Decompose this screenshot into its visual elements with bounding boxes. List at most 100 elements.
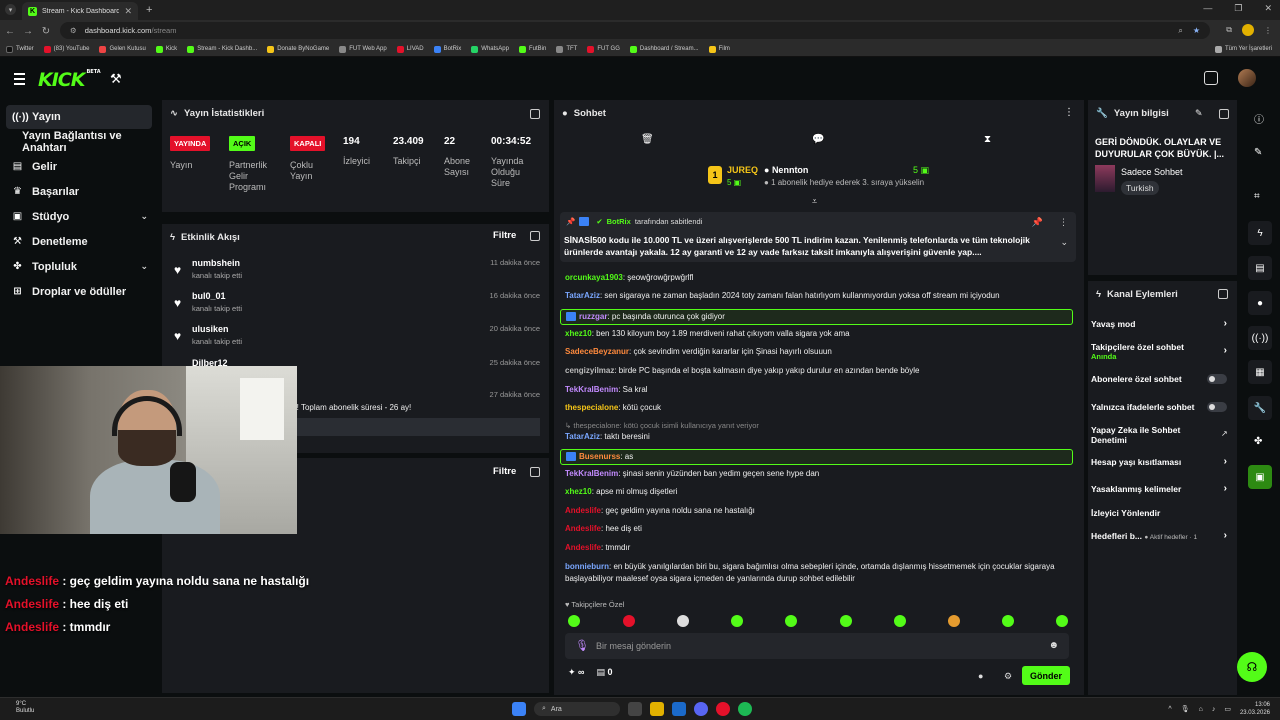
chat-username[interactable]: orcunkaya1903 [565, 273, 623, 282]
banned-words-action[interactable]: Yasaklanmış kelimeler › [1091, 484, 1233, 495]
mic-icon[interactable]: 🎙 [1181, 705, 1190, 713]
chat-username[interactable]: xhez10 [565, 329, 592, 338]
discord-icon[interactable] [694, 702, 708, 716]
bookmark-item[interactable]: FUT GG [587, 45, 620, 53]
battery-icon[interactable]: ▭ [1224, 705, 1231, 713]
bookmark-item[interactable]: BotRix [433, 45, 461, 53]
community-icon[interactable]: ✤ [1254, 436, 1262, 447]
bookmark-item[interactable]: Twitter [6, 45, 34, 53]
reload-icon[interactable]: ↻ [38, 26, 54, 37]
subscribers-only-toggle[interactable] [1207, 374, 1227, 384]
filter-button[interactable]: Filtre [493, 230, 516, 241]
new-tab-icon[interactable]: + [146, 4, 152, 16]
emote-only-action[interactable]: Yalnızca ifadelerle sohbet [1091, 402, 1233, 412]
emote-icon[interactable] [677, 615, 689, 627]
chat-icon[interactable]: ● [1248, 291, 1272, 315]
stats-icon[interactable]: ▦ [1248, 360, 1272, 384]
volume-icon[interactable]: ♪ [1212, 706, 1216, 713]
chat-bubble-icon[interactable]: 💬 [812, 134, 824, 145]
trash-icon[interactable]: 🗑 [641, 134, 654, 145]
emoji-icon[interactable]: ☻ [1048, 640, 1059, 651]
info-icon[interactable]: ⓘ [1254, 111, 1264, 126]
chat-username[interactable]: thespecialone [565, 403, 618, 412]
bookmark-star-icon[interactable]: ★ [1193, 26, 1200, 36]
nav-item-droplar[interactable]: ⊞ Droplar ve ödüller [0, 279, 160, 304]
bookmark-item[interactable]: Donate ByNoGame [267, 45, 329, 53]
category-name[interactable]: Sadece Sohbet [1121, 167, 1183, 177]
edit-icon[interactable]: ✎ [1195, 108, 1203, 119]
forward-icon[interactable]: → [20, 26, 36, 37]
subscribers-only-action[interactable]: Abonelere özel sohbet [1091, 374, 1233, 384]
popout-icon[interactable] [530, 467, 540, 477]
browser-tab[interactable]: K Stream - Kick Dashboard ✕ [22, 2, 138, 20]
emote-icon[interactable] [1002, 615, 1014, 627]
apps-icon[interactable]: ▣ [1248, 465, 1272, 489]
bookmark-item[interactable]: Film [708, 45, 730, 53]
chat-username[interactable]: Busenurss [579, 452, 620, 461]
emote-icon[interactable] [623, 615, 635, 627]
extensions-icon[interactable]: ⧉ [1226, 25, 1232, 35]
spotify-icon[interactable] [738, 702, 752, 716]
maximize-icon[interactable]: ❐ [1234, 3, 1242, 14]
chat-username[interactable]: TekKralBenim [565, 385, 618, 394]
chat-bubble-icon[interactable]: ● [978, 671, 983, 681]
send-button[interactable]: Gönder [1022, 666, 1070, 685]
emote-icon[interactable] [568, 615, 580, 627]
browser-menu-icon[interactable]: ⋮ [1264, 26, 1272, 35]
bookmark-item[interactable]: Gelen Kutusu [99, 45, 146, 53]
bookmark-item[interactable]: LIVAD [396, 45, 424, 53]
user-avatar[interactable] [1238, 69, 1256, 87]
site-info-icon[interactable]: ⚙ [70, 26, 77, 35]
file-explorer-icon[interactable] [650, 702, 664, 716]
filter-button[interactable]: Filtre [493, 466, 516, 477]
bookmark-item[interactable]: FUT Web App [339, 45, 387, 53]
scroll-down-icon[interactable]: ⩡ [812, 196, 817, 207]
account-age-action[interactable]: Hesap yaşı kısıtlaması › [1091, 457, 1233, 468]
profile-icon[interactable] [1242, 24, 1254, 36]
broadcast-icon[interactable]: ((·)) [1248, 326, 1272, 350]
chat-username[interactable]: SadeceBeyzanur [565, 347, 629, 356]
chat-username[interactable]: cengizyilmaz [565, 366, 614, 375]
emote-icon[interactable] [1056, 615, 1068, 627]
bookmark-item[interactable]: FutBin [518, 45, 546, 53]
bookmark-item[interactable]: Stream - Kick Dashb... [187, 45, 257, 53]
emote-icon[interactable] [785, 615, 797, 627]
all-bookmarks[interactable]: Tüm Yer İşaretleri [1214, 45, 1272, 53]
chrome-icon[interactable] [716, 702, 730, 716]
nav-item-topluluk[interactable]: ✤ Topluluk ⌄ [0, 254, 160, 279]
bookmark-item[interactable]: (83) YouTube [43, 45, 89, 53]
nav-item-basarilar[interactable]: ♛ Başarılar [0, 179, 160, 204]
pencil-icon[interactable]: ✎ [1254, 147, 1262, 158]
mic-icon[interactable]: 🎙 [575, 639, 589, 652]
nav-item-stream-key[interactable]: Yayın Bağlantısı ve Anahtarı [0, 129, 160, 154]
chat-username[interactable]: Andeslife [565, 543, 601, 552]
expand-chevron-icon[interactable]: ⌄ [1060, 237, 1068, 248]
chat-username[interactable]: Andeslife [565, 524, 601, 533]
followers-only-action[interactable]: Takipçilere özel sohbet Anında › [1091, 342, 1233, 362]
taskbar-search[interactable]: ⌕ Ara [534, 702, 620, 716]
close-tab-icon[interactable]: ✕ [124, 6, 132, 17]
bookmark-item[interactable]: WhatsApp [471, 45, 509, 53]
external-link-icon[interactable]: ↗ [1221, 429, 1228, 438]
emote-icon[interactable] [894, 615, 906, 627]
wrench-icon[interactable]: 🔧 [1248, 396, 1272, 420]
layout-icon[interactable]: ⌗ [1254, 191, 1260, 202]
bookmark-item[interactable]: Dashboard / Stream... [629, 45, 699, 53]
chat-username[interactable]: TatarAziz [565, 432, 600, 441]
emote-only-toggle[interactable] [1207, 402, 1227, 412]
popout-icon[interactable] [530, 109, 540, 119]
unpin-icon[interactable]: 📌 [1032, 217, 1043, 228]
gear-icon[interactable]: ⚙ [1004, 671, 1012, 682]
store-button[interactable]: ▤ 0 [596, 667, 612, 678]
back-icon[interactable]: ← [2, 26, 18, 37]
windows-start-icon[interactable] [512, 702, 526, 716]
pin-menu-icon[interactable]: ⋮ [1059, 217, 1068, 228]
chat-menu-icon[interactable]: ⋮ [1064, 107, 1074, 118]
weather-widget[interactable]: 9°C Bulutlu [16, 701, 34, 715]
chat-username[interactable]: ruzzgar [579, 312, 607, 321]
nav-item-denetleme[interactable]: ⚒ Denetleme [0, 229, 160, 254]
menu-icon[interactable] [14, 73, 25, 88]
network-icon[interactable]: ⌂ [1199, 706, 1203, 713]
nav-item-studyo[interactable]: ▣ Stüdyo ⌄ [0, 204, 160, 229]
emote-icon[interactable] [731, 615, 743, 627]
